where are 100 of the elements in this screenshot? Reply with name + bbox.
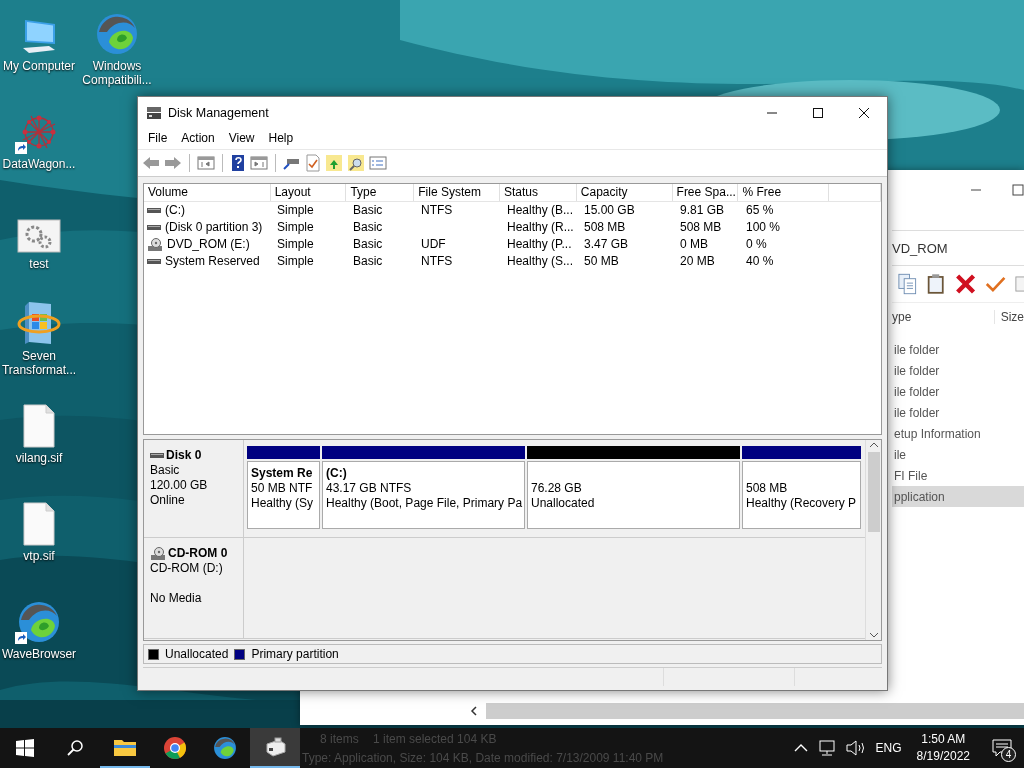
table-cell-text: UDF (420, 236, 447, 253)
search-icon[interactable] (66, 739, 84, 757)
help-icon[interactable] (230, 154, 246, 172)
disk-label-panel[interactable]: CD-ROM 0 CD-ROM (D:) No Media (144, 538, 244, 638)
clock-date[interactable]: 8/19/2022 (916, 748, 970, 765)
table-cell-text: 9.81 GB (679, 202, 726, 219)
column-header[interactable]: Capacity (576, 184, 673, 201)
column-header[interactable]: Layout (270, 184, 347, 201)
column-header[interactable]: Free Spa... (672, 184, 739, 201)
desktop-icon-label[interactable]: Seven Transformat... (0, 349, 78, 377)
partition-info: Unallocated (531, 496, 596, 511)
column-header[interactable]: ype (892, 310, 995, 324)
maximize-icon[interactable] (812, 106, 824, 119)
folder-icon[interactable] (113, 737, 137, 757)
file-type-cell[interactable]: ile folder (892, 339, 1024, 360)
scroll-up-icon[interactable] (868, 440, 879, 450)
delete-icon[interactable] (954, 272, 976, 296)
scroll-down-icon[interactable] (868, 630, 879, 640)
file-type-cell[interactable]: ile (892, 444, 1024, 465)
partition-info: Healthy (Boot, Page File, Primary Pa (326, 496, 521, 511)
column-header[interactable]: File System (414, 184, 500, 201)
partition-info: 43.17 GB NTFS (326, 481, 413, 496)
partition-title: System Re (251, 466, 314, 481)
menu-item[interactable]: View (221, 128, 262, 149)
partition-block[interactable]: System Re 50 MB NTF Healthy (Sy (247, 461, 320, 529)
scroll-left-icon[interactable] (470, 706, 478, 716)
menu-item[interactable]: Help (261, 128, 301, 149)
checklist-icon[interactable] (305, 154, 321, 172)
back-icon[interactable] (142, 155, 160, 171)
menu-item[interactable]: File (141, 128, 175, 149)
wave-logo-icon[interactable] (213, 736, 237, 760)
table-cell-text: Basic (352, 202, 384, 219)
disk-type: CD-ROM (D:) (150, 561, 224, 576)
menu-item[interactable]: Action (174, 128, 222, 149)
legend-label: Unallocated (165, 647, 229, 661)
chevron-up-icon[interactable] (793, 743, 808, 753)
column-header[interactable]: Type (346, 184, 415, 201)
desktop-icon-label[interactable]: My Computer (0, 59, 78, 73)
column-header[interactable]: % Free (738, 184, 830, 201)
close-icon[interactable] (858, 106, 870, 119)
column-header[interactable]: Volume (144, 184, 271, 201)
scrollbar[interactable] (865, 440, 881, 640)
file-type-cell[interactable]: FI File (892, 465, 1024, 486)
console-tree-icon[interactable] (197, 155, 215, 171)
desktop-icon-label[interactable]: WaveBrowser (0, 647, 78, 661)
table-cell-text: Basic (352, 253, 384, 270)
search-folder-icon[interactable] (347, 154, 365, 172)
notification-count: 4 (1001, 747, 1016, 762)
partition-info: Healthy (Sy (251, 496, 315, 511)
desktop-icon-label[interactable]: test (0, 257, 78, 271)
copy-icon[interactable] (898, 272, 918, 296)
desktop-icon-label[interactable]: vtp.sif (0, 549, 78, 563)
table-cell-text: 15.00 GB (583, 202, 636, 219)
browser-icon[interactable] (163, 736, 187, 760)
start-icon[interactable] (16, 739, 34, 757)
table-cell-text: Basic (352, 219, 384, 236)
volume-icon[interactable] (845, 740, 866, 756)
disk-status: Online (150, 493, 186, 508)
file-type-cell[interactable]: ile folder (892, 381, 1024, 402)
wave-logo-icon (17, 600, 61, 644)
partition-info: 508 MB (746, 481, 789, 496)
disk-label-panel[interactable]: Disk 0 Basic 120.00 GB Online (144, 440, 244, 537)
file-type-cell[interactable]: ile folder (892, 360, 1024, 381)
column-header[interactable]: Status (500, 184, 577, 201)
file-type-cell[interactable]: ile folder (892, 402, 1024, 423)
scrollbar[interactable] (462, 703, 1024, 719)
drive-icon (150, 451, 164, 460)
setup-box-icon (17, 300, 61, 346)
table-cell: (C:) (165, 202, 185, 219)
table-cell: System Reserved (165, 253, 260, 270)
language-indicator[interactable]: ENG (870, 741, 907, 755)
partition-block[interactable]: 508 MB Healthy (Recovery P (742, 461, 861, 529)
desktop-icon-label[interactable]: vilang.sif (0, 451, 78, 465)
file-icon (22, 404, 56, 448)
action-pane-icon[interactable] (250, 155, 268, 171)
address-text[interactable]: VD_ROM (892, 240, 948, 256)
partition-block[interactable]: 76.28 GB Unallocated (527, 461, 740, 529)
disk-name: Disk 0 (166, 448, 202, 463)
partition-info: 50 MB NTF (251, 481, 314, 496)
desktop-icon-label[interactable]: Windows Compatibili... (78, 59, 156, 87)
disk-drive-icon[interactable] (263, 736, 287, 758)
partition-block[interactable]: (C:) 43.17 GB NTFS Healthy (Boot, Page File, Primary Pa (322, 461, 525, 529)
column-header[interactable]: Size (994, 310, 1024, 324)
desktop-icon-label[interactable]: DataWagon... (0, 157, 78, 171)
forward-icon[interactable] (164, 155, 182, 171)
file-type-cell[interactable]: etup Information (892, 423, 1024, 444)
paste-icon[interactable] (926, 272, 946, 296)
table-cell: (Disk 0 partition 3) (165, 219, 263, 236)
table-cell-text: 0 MB (679, 236, 709, 253)
table-cell-text: Simple (276, 236, 315, 253)
wave-logo-icon (95, 12, 139, 56)
notification-icon[interactable] (992, 739, 1012, 757)
table-cell-text: NTFS (420, 253, 454, 270)
file-type-cell[interactable]: pplication (892, 486, 1024, 507)
network-icon[interactable] (817, 740, 836, 756)
clock-time[interactable]: 1:50 AM (921, 731, 966, 748)
shortcut-arrow-icon (15, 632, 27, 644)
table-cell: DVD_ROM (E:) (167, 236, 250, 253)
partition-info: 76.28 GB (531, 481, 583, 496)
folder-up-icon[interactable] (325, 154, 343, 172)
